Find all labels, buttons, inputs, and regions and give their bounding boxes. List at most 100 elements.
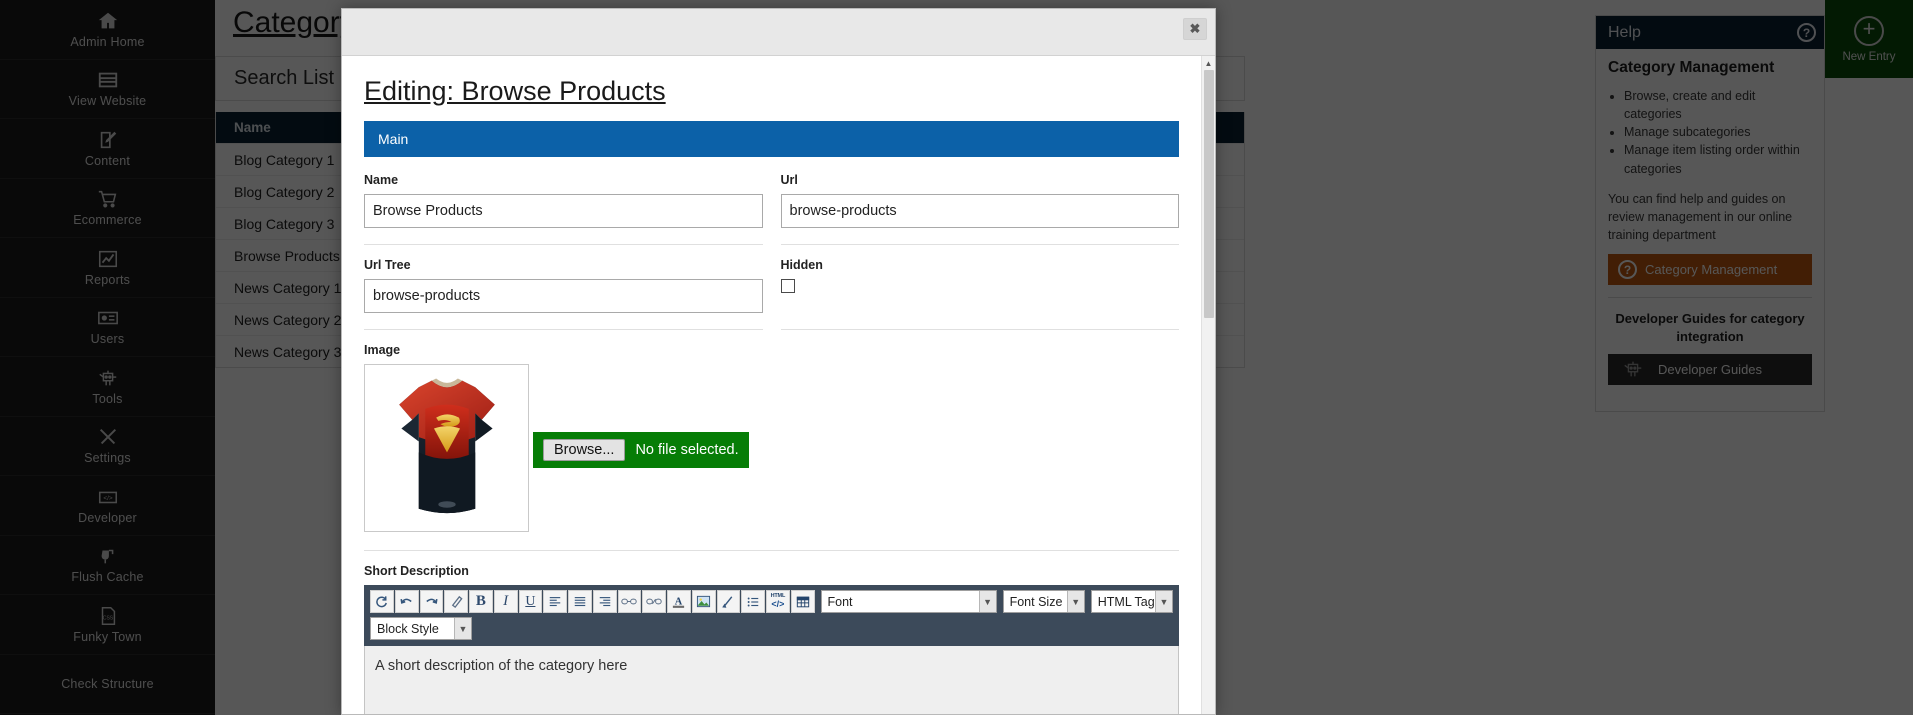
sidebar-item-settings[interactable]: Settings [0, 417, 215, 476]
form-row-name-url: Name Url [364, 173, 1179, 228]
help-heading: Category Management [1608, 59, 1775, 76]
sidebar-item-label: Funky Town [73, 629, 142, 644]
help-note: You can find help and guides on review m… [1608, 191, 1793, 242]
bullet-list-icon[interactable] [741, 590, 765, 613]
developer-guides-button[interactable]: Developer Guides [1608, 354, 1812, 386]
question-mark-circle-icon[interactable]: ? [1797, 23, 1816, 42]
chevron-down-icon: ▼ [978, 591, 996, 612]
modal-scrollbar[interactable]: ▲ [1201, 56, 1215, 714]
sidebar-item-view-website[interactable]: View Website [0, 60, 215, 119]
sidebar-item-label: View Website [68, 94, 147, 109]
scroll-up-arrow-icon[interactable]: ▲ [1202, 56, 1215, 70]
help-bullet: Browse, create and edit categories [1624, 87, 1812, 123]
chevron-down-icon: ▼ [1066, 591, 1084, 612]
font-select[interactable]: Font ▼ [820, 590, 997, 613]
sidebar-item-ecommerce[interactable]: Ecommerce [0, 179, 215, 238]
sidebar-item-label: Admin Home [70, 34, 145, 49]
html-tag-select[interactable]: HTML Tag ▼ [1090, 590, 1173, 613]
robot-icon [1622, 358, 1644, 383]
block-style-select[interactable]: Block Style ▼ [370, 617, 472, 640]
help-panel-body: Category Management Browse, create and e… [1596, 49, 1824, 411]
name-input[interactable] [364, 194, 763, 228]
underline-icon[interactable]: U [518, 590, 543, 613]
align-justify-icon[interactable] [568, 590, 592, 613]
url-tree-label: Url Tree [364, 258, 411, 272]
developer-guides-label: Developer Guides [1657, 362, 1763, 378]
search-list-tab[interactable]: Search List [234, 67, 334, 90]
modal-title: Editing: Browse Products [364, 76, 666, 106]
sidebar-item-reports[interactable]: Reports [0, 238, 215, 298]
category-name: News Category 1 [234, 279, 342, 296]
category-name: News Category 2 [234, 311, 342, 328]
eraser-icon[interactable] [444, 590, 468, 613]
category-name: Browse Products [234, 247, 340, 264]
help-panel: Help ? Category Management Browse, creat… [1595, 15, 1825, 413]
tab-main[interactable]: Main [364, 121, 1179, 157]
image-preview[interactable] [364, 364, 529, 532]
divider [780, 329, 1179, 330]
new-entry-label: New Entry [1842, 50, 1896, 63]
edit-page-icon [97, 129, 119, 151]
redo-icon[interactable] [419, 590, 444, 613]
css-file-icon: CSS [97, 605, 119, 627]
short-description-editor[interactable]: A short description of the category here [364, 646, 1179, 714]
field-name: Name [364, 173, 772, 228]
sidebar-nav: Admin Home View Website Content Ecommerc… [0, 0, 215, 715]
sidebar-item-funky-town[interactable]: CSS Funky Town [0, 595, 215, 655]
hidden-label: Hidden [780, 258, 823, 272]
modal-body: Editing: Browse Products Main Name Url [342, 56, 1215, 714]
field-url-tree: Url Tree [364, 258, 772, 313]
rich-text-toolbar: B I U A HTML </> Font ▼ Font Size ▼ HTML… [364, 585, 1179, 646]
hidden-checkbox[interactable] [780, 279, 795, 293]
code-window-icon: </> [97, 486, 119, 508]
align-right-icon[interactable] [592, 590, 617, 613]
sidebar-item-developer[interactable]: </> Developer [0, 476, 215, 536]
link-icon[interactable] [617, 590, 642, 613]
sidebar-item-label: Tools [92, 391, 123, 406]
sidebar-item-content[interactable]: Content [0, 119, 215, 179]
bold-icon[interactable]: B [469, 590, 493, 613]
align-left-icon[interactable] [543, 590, 567, 613]
sidebar-item-tools[interactable]: Tools [0, 357, 215, 417]
category-management-help-button[interactable]: ? Category Management [1608, 254, 1812, 285]
browse-button[interactable]: Browse... [543, 439, 626, 461]
block-style-select-value: Block Style [377, 621, 439, 636]
file-status-text: No file selected. [635, 442, 739, 458]
insert-image-icon[interactable] [691, 590, 716, 613]
sidebar-item-admin-home[interactable]: Admin Home [0, 0, 215, 60]
sidebar-item-label: Settings [84, 451, 131, 466]
new-entry-button[interactable]: + New Entry [1825, 0, 1913, 78]
sidebar-item-users[interactable]: Users [0, 298, 215, 357]
image-file-picker[interactable]: Browse... No file selected. [533, 432, 749, 468]
insert-table-icon[interactable] [790, 590, 815, 613]
sidebar-item-check-structure[interactable]: Check Structure [0, 655, 215, 714]
help-panel-title: Help [1608, 23, 1641, 41]
undo-icon[interactable] [394, 590, 419, 613]
category-name: News Category 3 [234, 343, 342, 360]
category-name: Blog Category 1 [234, 151, 335, 168]
format-painter-icon[interactable] [716, 590, 741, 613]
divider [780, 244, 1179, 245]
html-source-icon[interactable]: HTML </> [766, 590, 790, 613]
category-name: Blog Category 2 [234, 183, 335, 200]
chevron-down-icon: ▼ [1154, 591, 1172, 612]
help-panel-header: Help ? [1596, 16, 1824, 49]
italic-icon[interactable]: I [493, 590, 518, 613]
help-button-label: Category Management [1645, 262, 1778, 277]
redo-circular-icon[interactable] [370, 590, 394, 613]
url-input[interactable] [780, 194, 1179, 228]
chevron-down-icon: ▼ [454, 618, 471, 639]
font-color-icon[interactable]: A [667, 590, 691, 613]
question-mark-circle-icon: ? [1618, 260, 1637, 279]
screen: Admin Home View Website Content Ecommerc… [0, 0, 1913, 715]
close-icon[interactable]: ✖ [1183, 18, 1207, 40]
sidebar-item-flush-cache[interactable]: Flush Cache [0, 536, 215, 595]
url-tree-input[interactable] [364, 279, 763, 313]
tshirt-thumbnail [398, 378, 495, 514]
font-size-select[interactable]: Font Size ▼ [1002, 590, 1085, 613]
short-description-label: Short Description [364, 564, 469, 578]
sidebar-item-label: Developer [78, 510, 137, 525]
scrollbar-thumb[interactable] [1204, 70, 1214, 318]
unlink-icon[interactable] [642, 590, 666, 613]
svg-text:A: A [675, 596, 683, 607]
